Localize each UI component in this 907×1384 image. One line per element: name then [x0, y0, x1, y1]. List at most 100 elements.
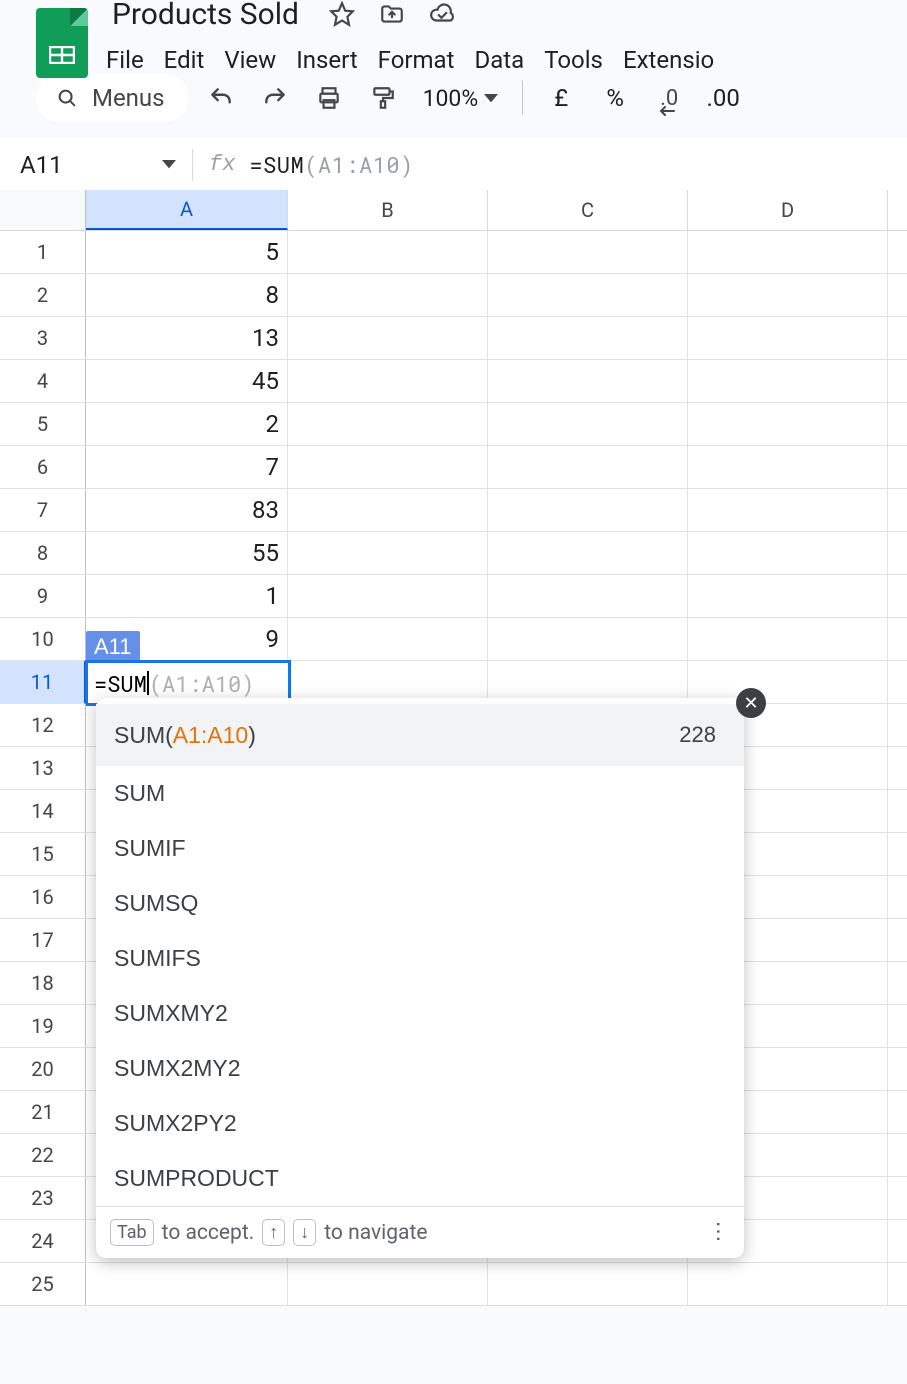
currency-button[interactable]: £: [539, 76, 583, 120]
row-header[interactable]: 7: [0, 489, 86, 531]
select-all-corner[interactable]: [0, 190, 86, 230]
menu-edit[interactable]: Edit: [164, 42, 223, 78]
formula-input[interactable]: =SUM(A1:A10): [249, 150, 413, 179]
row-header[interactable]: 22: [0, 1134, 86, 1176]
autocomplete-item[interactable]: SUMX2MY2: [96, 1041, 744, 1096]
close-autocomplete-button[interactable]: ✕: [736, 688, 766, 718]
menus-search[interactable]: Menus: [36, 74, 189, 122]
row-header[interactable]: 5: [0, 403, 86, 445]
cell[interactable]: [488, 403, 688, 445]
cell[interactable]: 83: [86, 489, 288, 531]
menu-extensions[interactable]: Extensio: [623, 42, 732, 78]
menu-view[interactable]: View: [224, 42, 294, 78]
autocomplete-item[interactable]: SUMX2PY2: [96, 1096, 744, 1151]
cell[interactable]: [86, 1263, 288, 1305]
cell[interactable]: [688, 317, 888, 359]
cell[interactable]: 7: [86, 446, 288, 488]
cell[interactable]: [688, 1263, 888, 1305]
cell[interactable]: [288, 489, 488, 531]
cell[interactable]: [688, 274, 888, 316]
autocomplete-item-suggested[interactable]: SUM(A1:A10) 228: [96, 704, 744, 766]
cell[interactable]: [488, 489, 688, 531]
cell[interactable]: [288, 1263, 488, 1305]
row-header[interactable]: 2: [0, 274, 86, 316]
column-header-d[interactable]: D: [688, 190, 888, 230]
cell[interactable]: [288, 403, 488, 445]
cell[interactable]: [488, 532, 688, 574]
cell[interactable]: [488, 446, 688, 488]
row-header[interactable]: 11: [0, 661, 86, 703]
row-header[interactable]: 20: [0, 1048, 86, 1090]
cell[interactable]: [688, 446, 888, 488]
cell[interactable]: 55: [86, 532, 288, 574]
cell[interactable]: [488, 618, 688, 660]
cell[interactable]: [488, 360, 688, 402]
row-header[interactable]: 21: [0, 1091, 86, 1133]
row-header[interactable]: 24: [0, 1220, 86, 1262]
row-header[interactable]: 10: [0, 618, 86, 660]
row-header[interactable]: 25: [0, 1263, 86, 1305]
cell[interactable]: [288, 618, 488, 660]
column-header-b[interactable]: B: [288, 190, 488, 230]
cell[interactable]: [288, 661, 488, 703]
star-icon[interactable]: [329, 1, 355, 27]
print-button[interactable]: [307, 76, 351, 120]
cell[interactable]: 45: [86, 360, 288, 402]
cell[interactable]: [688, 618, 888, 660]
zoom-dropdown[interactable]: 100%: [415, 85, 507, 112]
cell[interactable]: [488, 661, 688, 703]
paint-format-button[interactable]: [361, 76, 405, 120]
cell[interactable]: 1: [86, 575, 288, 617]
row-header[interactable]: 23: [0, 1177, 86, 1219]
column-header-c[interactable]: C: [488, 190, 688, 230]
cell[interactable]: [488, 274, 688, 316]
cell[interactable]: 5: [86, 231, 288, 273]
autocomplete-item[interactable]: SUMXMY2: [96, 986, 744, 1041]
column-header-a[interactable]: A: [86, 190, 288, 230]
cell[interactable]: [688, 360, 888, 402]
row-header[interactable]: 16: [0, 876, 86, 918]
cell[interactable]: [288, 231, 488, 273]
cell[interactable]: [688, 403, 888, 445]
redo-button[interactable]: [253, 76, 297, 120]
menu-file[interactable]: File: [106, 42, 162, 78]
cell[interactable]: [688, 575, 888, 617]
move-icon[interactable]: [379, 1, 405, 27]
row-header[interactable]: 12: [0, 704, 86, 746]
autocomplete-item[interactable]: SUMSQ: [96, 876, 744, 931]
cell[interactable]: [288, 317, 488, 359]
autocomplete-item[interactable]: SUMPRODUCT: [96, 1151, 744, 1206]
row-header[interactable]: 14: [0, 790, 86, 832]
document-title[interactable]: Products Sold: [106, 0, 305, 34]
autocomplete-item[interactable]: SUMIF: [96, 821, 744, 876]
cell[interactable]: [288, 360, 488, 402]
menu-insert[interactable]: Insert: [296, 42, 375, 78]
cell[interactable]: [288, 575, 488, 617]
decrease-decimal-button[interactable]: .0: [647, 76, 691, 120]
row-header[interactable]: 17: [0, 919, 86, 961]
menu-data[interactable]: Data: [474, 42, 542, 78]
cell[interactable]: [488, 231, 688, 273]
cell[interactable]: [688, 661, 888, 703]
cell[interactable]: [288, 274, 488, 316]
cell[interactable]: [488, 317, 688, 359]
row-header[interactable]: 15: [0, 833, 86, 875]
menu-format[interactable]: Format: [378, 42, 473, 78]
row-header[interactable]: 6: [0, 446, 86, 488]
cell[interactable]: [288, 446, 488, 488]
row-header[interactable]: 13: [0, 747, 86, 789]
cell[interactable]: [688, 532, 888, 574]
percent-button[interactable]: %: [593, 76, 637, 120]
row-header[interactable]: 1: [0, 231, 86, 273]
row-header[interactable]: 4: [0, 360, 86, 402]
cell[interactable]: [488, 575, 688, 617]
name-box[interactable]: A11: [20, 151, 176, 179]
row-header[interactable]: 9: [0, 575, 86, 617]
undo-button[interactable]: [199, 76, 243, 120]
autocomplete-item[interactable]: SUMIFS: [96, 931, 744, 986]
cell[interactable]: 13: [86, 317, 288, 359]
row-header[interactable]: 8: [0, 532, 86, 574]
cloud-saved-icon[interactable]: [429, 1, 455, 27]
row-header[interactable]: 3: [0, 317, 86, 359]
autocomplete-item[interactable]: SUM: [96, 766, 744, 821]
